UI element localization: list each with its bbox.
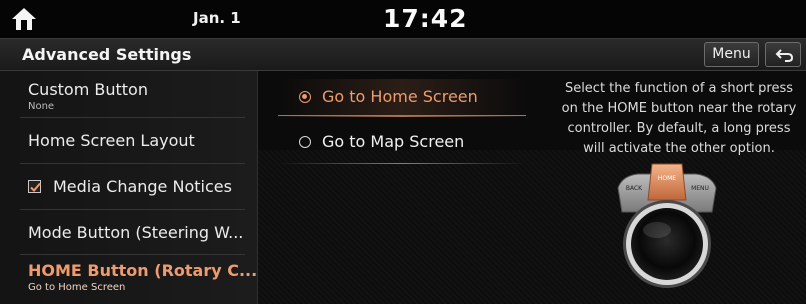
check-icon xyxy=(30,182,41,192)
sidebar-item-custom-button[interactable]: Custom Button None xyxy=(0,71,258,116)
back-button[interactable] xyxy=(765,42,801,67)
divider xyxy=(278,163,526,164)
header-bar: Advanced Settings Menu xyxy=(0,38,806,71)
media-change-checkbox[interactable] xyxy=(28,180,41,193)
sidebar-item-sub: None xyxy=(28,101,55,112)
controller-menu-label: MENU xyxy=(691,185,709,192)
sidebar-item-home-screen-layout[interactable]: Home Screen Layout xyxy=(0,118,258,162)
controller-home-label: HOME xyxy=(658,175,676,182)
sidebar: Custom Button None Home Screen Layout Me… xyxy=(0,71,258,304)
back-arrow-icon xyxy=(775,49,794,62)
menu-button[interactable]: Menu xyxy=(704,42,759,67)
sidebar-item-mode-button[interactable]: Mode Button (Steering W... xyxy=(0,210,258,254)
sidebar-item-sub: Go to Home Screen xyxy=(28,282,126,293)
divider xyxy=(278,116,526,117)
home-icon[interactable] xyxy=(10,5,38,33)
help-text: Select the function of a short press on … xyxy=(561,81,797,156)
option-label: Go to Map Screen xyxy=(322,132,465,151)
option-go-to-home-screen[interactable]: Go to Home Screen xyxy=(278,79,526,116)
option-label: Go to Home Screen xyxy=(322,87,478,106)
rotary-controller-image: HOME BACK MENU xyxy=(612,160,722,290)
sidebar-item-media-change-notices[interactable]: Media Change Notices xyxy=(0,164,258,208)
sidebar-item-home-button-rotary[interactable]: HOME Button (Rotary C... Go to Home Scre… xyxy=(0,255,258,304)
controller-back-label: BACK xyxy=(626,185,643,192)
sidebar-item-label: Custom Button xyxy=(28,80,148,99)
clock: 17:42 xyxy=(383,4,468,33)
sidebar-item-label: Home Screen Layout xyxy=(28,131,195,150)
option-go-to-map-screen[interactable]: Go to Map Screen xyxy=(278,124,526,160)
radio-icon xyxy=(299,136,311,148)
sidebar-item-label: Mode Button (Steering W... xyxy=(28,223,244,242)
sidebar-item-label: HOME Button (Rotary C... xyxy=(28,261,258,280)
options-panel: Go to Home Screen Go to Map Screen xyxy=(258,71,548,304)
sidebar-item-label: Media Change Notices xyxy=(53,177,232,196)
screen: Jan. 1 17:42 Advanced Settings Menu Cust… xyxy=(0,0,806,304)
date-label: Jan. 1 xyxy=(193,9,241,27)
page-title: Advanced Settings xyxy=(22,45,192,64)
status-bar: Jan. 1 17:42 xyxy=(0,0,806,38)
radio-selected-icon xyxy=(299,91,311,103)
